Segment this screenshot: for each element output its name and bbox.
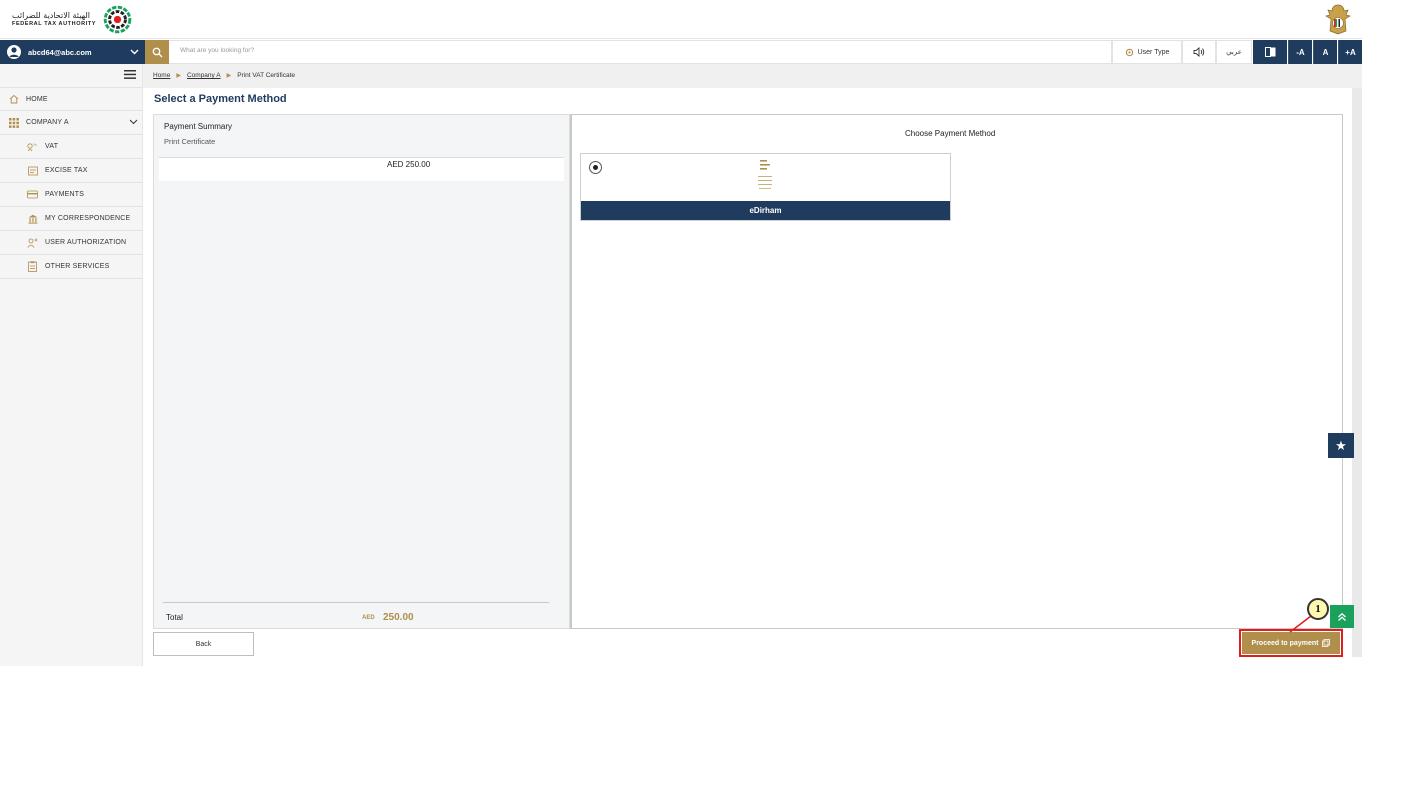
sidebar-item-label: HOME	[26, 95, 48, 103]
vat-icon: %	[27, 141, 38, 152]
sidebar-item-excise-tax[interactable]: EXCISE TAX	[0, 159, 143, 183]
sidebar-item-label: OTHER SERVICES	[45, 263, 110, 270]
top-header	[0, 0, 1362, 39]
grid-icon	[8, 117, 19, 128]
chevron-down-icon[interactable]	[129, 119, 138, 127]
sidebar-item-label: VAT	[45, 143, 59, 150]
sidebar-item-payments[interactable]: PAYMENTS	[0, 183, 143, 207]
chevron-down-icon[interactable]	[130, 47, 139, 57]
sidebar-item-other-services[interactable]: OTHER SERVICES	[0, 255, 143, 279]
contrast-icon	[1264, 47, 1275, 57]
payment-summary-amount: AED 250.00	[387, 160, 431, 169]
sidebar-item-home[interactable]: HOME	[0, 87, 143, 111]
sidebar-item-label: PAYMENTS	[45, 191, 85, 198]
language-toggle[interactable]: عربي	[1216, 40, 1252, 64]
favorites-button[interactable]: ★	[1328, 433, 1354, 458]
sidebar-item-vat[interactable]: % VAT	[0, 135, 143, 159]
payments-icon	[27, 189, 38, 200]
breadcrumb-current: Print VAT Certificate	[237, 72, 295, 79]
double-chevron-up-icon	[1338, 612, 1346, 621]
callout-badge: 1	[1307, 598, 1329, 620]
breadcrumb-bar	[143, 64, 1362, 88]
external-link-icon	[1322, 639, 1331, 647]
user-auth-icon	[27, 237, 38, 248]
choose-payment-method-title: Choose Payment Method	[905, 129, 996, 138]
user-email: abcd64@abc.com	[28, 47, 92, 57]
total-label: Total	[166, 613, 183, 622]
edirham-option-label[interactable]: eDirham	[581, 201, 950, 220]
payment-summary-panel	[153, 114, 570, 629]
sidebar-item-user-authorization[interactable]: USER AUTHORIZATION	[0, 231, 143, 255]
payment-summary-subtitle: Print Certificate	[164, 137, 216, 146]
hamburger-menu-icon[interactable]	[124, 70, 136, 79]
svg-text:%: %	[33, 142, 37, 147]
total-currency: AED	[362, 615, 375, 621]
sidebar-item-label: MY CORRESPONDENCE	[45, 215, 131, 222]
breadcrumb-arrow-icon: ▶	[226, 73, 232, 79]
scroll-track[interactable]	[1352, 88, 1362, 657]
text-to-speech-button[interactable]	[1182, 40, 1216, 64]
user-type-button[interactable]: User Type	[1112, 40, 1182, 64]
sidebar-item-company-a[interactable]: COMPANY A	[0, 111, 143, 135]
breadcrumb-company-link[interactable]: Company A	[187, 72, 221, 79]
total-value: 250.00	[383, 612, 414, 623]
uae-emblem-icon	[1325, 4, 1351, 35]
sidebar-item-label: USER AUTHORIZATION	[45, 239, 127, 246]
page-title: Select a Payment Method	[154, 93, 287, 105]
total-divider	[163, 602, 549, 603]
home-icon	[8, 94, 19, 105]
font-normal-button[interactable]: A	[1313, 40, 1337, 64]
gear-icon	[1125, 48, 1133, 56]
contrast-button[interactable]	[1253, 40, 1287, 64]
search-icon	[152, 47, 162, 57]
fta-logo-icon[interactable]	[103, 5, 132, 34]
sidebar-item-label: EXCISE TAX	[45, 167, 88, 174]
breadcrumb: Home ▶ Company A ▶ Print VAT Certificate	[153, 72, 295, 79]
star-icon: ★	[1335, 437, 1347, 453]
user-type-label: User Type	[1137, 48, 1170, 56]
sidebar-item-my-correspondence[interactable]: MY CORRESPONDENCE	[0, 207, 143, 231]
breadcrumb-home-link[interactable]: Home	[153, 72, 170, 79]
speaker-icon	[1193, 47, 1205, 57]
bank-icon	[27, 213, 38, 224]
logo-text-arabic: الهيئة الاتحادية للضرائب	[12, 11, 90, 20]
search-button[interactable]	[145, 40, 169, 64]
payment-summary-row	[159, 157, 564, 181]
search-input[interactable]: What are you looking for?	[169, 40, 1112, 64]
font-decrease-button[interactable]: -A	[1288, 40, 1312, 64]
user-menu[interactable]: abcd64@abc.com	[0, 40, 145, 64]
logo-text-english[interactable]: FEDERAL TAX AUTHORITY	[12, 21, 96, 27]
font-increase-button[interactable]: +A	[1338, 40, 1362, 64]
sidebar-item-label: COMPANY A	[26, 119, 69, 126]
excise-icon	[27, 165, 38, 176]
edirham-logo-icon	[758, 160, 772, 189]
avatar-icon	[7, 45, 21, 59]
proceed-label: Proceed to payment	[1251, 639, 1319, 647]
scroll-to-top-button[interactable]	[1330, 605, 1354, 628]
radio-selected-dot	[593, 165, 598, 170]
proceed-to-payment-button[interactable]: Proceed to payment	[1242, 632, 1340, 654]
breadcrumb-arrow-icon: ▶	[176, 73, 181, 79]
services-icon	[27, 261, 38, 272]
payment-summary-title: Payment Summary	[164, 122, 233, 131]
back-button[interactable]: Back	[153, 632, 254, 656]
